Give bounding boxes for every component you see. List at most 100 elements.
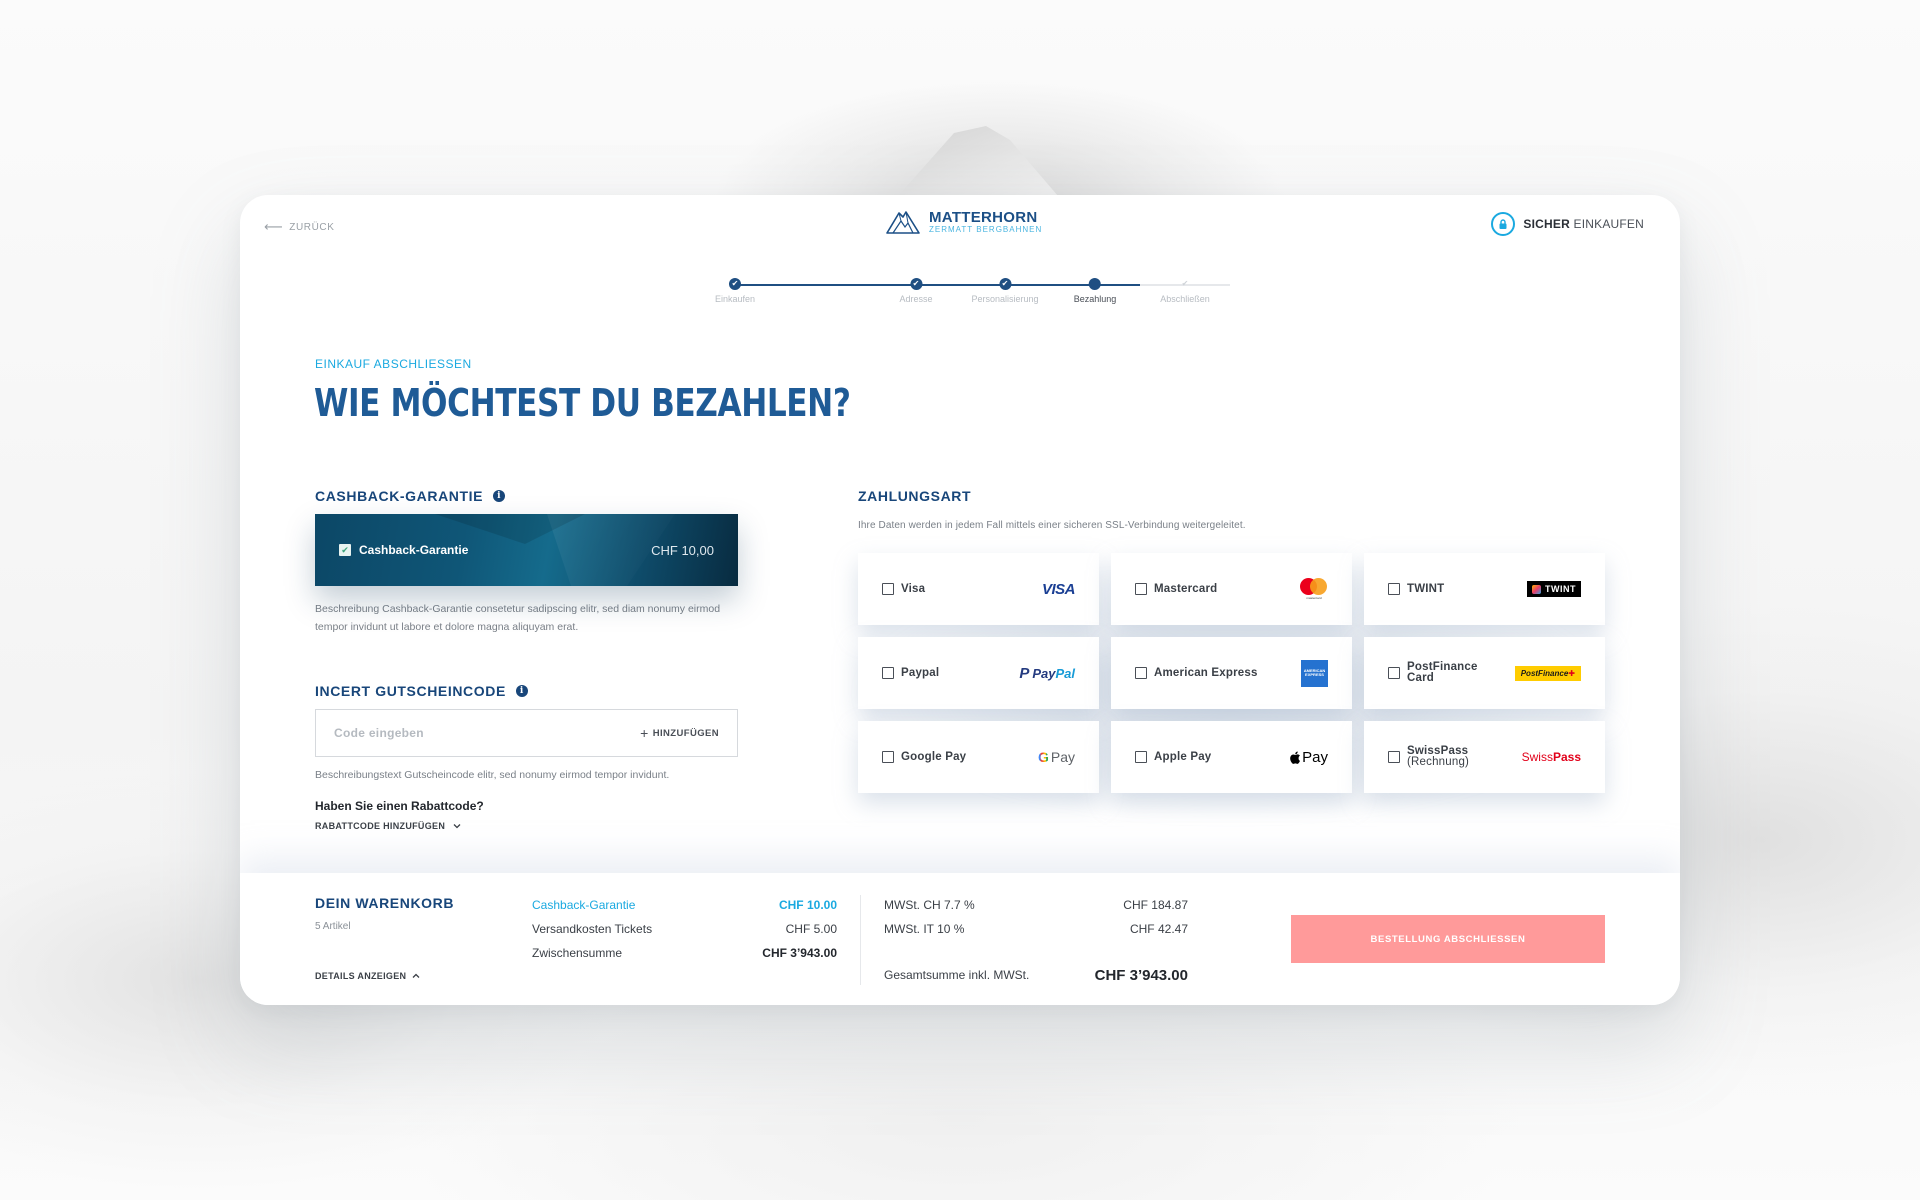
payment-method-swisspass[interactable]: SwissPass (Rechnung) SwissPass — [1364, 721, 1605, 793]
back-link[interactable]: ⟵ ZURÜCK — [264, 219, 335, 235]
tax-line: MWSt. IT 10 % CHF 42.47 — [884, 917, 1188, 941]
cart-line-value: CHF 10.00 — [778, 898, 837, 912]
step-einkaufen[interactable]: ✔ Einkaufen — [715, 278, 755, 304]
cart-line-label: Zwischensumme — [532, 946, 623, 960]
back-label: ZURÜCK — [289, 221, 335, 233]
add-voucher-label: HINZUFÜGEN — [652, 727, 719, 739]
lock-icon — [1491, 212, 1516, 236]
payment-subtitle: Ihre Daten werden in jedem Fall mittels … — [858, 520, 1246, 531]
discount-question: Haben Sie einen Rabattcode? — [315, 799, 484, 813]
payment-method-mastercard[interactable]: Mastercard mastercard — [1111, 553, 1352, 625]
payment-method-label: PostFinance Card — [1407, 661, 1478, 684]
page-title: WIE MÖCHTEST DU BEZAHLEN? — [314, 381, 851, 425]
amex-logo-icon: AMERICAN EXPRESS — [1301, 659, 1328, 687]
voucher-field: + HINZUFÜGEN — [315, 709, 738, 757]
plus-icon: + — [640, 725, 649, 741]
chevron-down-icon — [453, 821, 461, 831]
secure-shopping-badge: SICHER EINKAUFEN — [1491, 212, 1644, 236]
step-label: Einkaufen — [714, 294, 756, 304]
tax-value: CHF 42.47 — [1129, 922, 1188, 936]
checkbox[interactable] — [1388, 751, 1400, 763]
paypal-logo-icon: P PayPal — [1019, 664, 1075, 682]
checkbox[interactable] — [1388, 583, 1400, 595]
cart-line-label: Versandkosten Tickets — [532, 922, 653, 936]
step-label: Adresse — [899, 294, 933, 304]
place-order-button[interactable]: BESTELLUNG ABSCHLIESSEN — [1291, 915, 1605, 963]
payment-method-label: SwissPass (Rechnung) — [1407, 745, 1470, 768]
payment-method-paypal[interactable]: Paypal P PayPal — [858, 637, 1099, 709]
payment-method-label: American Express — [1154, 666, 1258, 679]
cashback-price: CHF 10,00 — [651, 542, 714, 558]
cart-item-count: 5 Artikel — [315, 921, 351, 932]
step-personalisierung[interactable]: ✔ Personalisierung — [971, 278, 1039, 304]
voucher-description: Beschreibungstext Gutscheincode elitr, s… — [315, 769, 670, 781]
payment-method-apple-pay[interactable]: Apple Pay Pay — [1111, 721, 1352, 793]
cart-line-label: Cashback-Garantie — [532, 898, 636, 912]
payment-method-twint[interactable]: TWINT TWINT — [1364, 553, 1605, 625]
google-pay-logo-icon: G Pay — [1037, 749, 1075, 765]
voucher-heading: INCERT GUTSCHEINCODE — [315, 683, 506, 699]
tax-line: MWSt. CH 7.7 % CHF 184.87 — [884, 893, 1188, 917]
checkout-stepper: ✔ Einkaufen ✔ Adresse ✔ Personalisierung… — [240, 278, 1680, 318]
step-abschliessen: ✔ Abschließen — [1160, 278, 1210, 305]
cart-title: DEIN WARENKORB — [315, 895, 455, 911]
tax-value: CHF 184.87 — [1123, 898, 1188, 912]
checkout-card: ⟵ ZURÜCK MATTERHORN ZERMATT BERGBAHNEN S… — [240, 195, 1680, 1005]
checkbox[interactable] — [882, 751, 894, 763]
add-discount-code-link[interactable]: RABATTCODE HINZUFÜGEN — [315, 821, 738, 831]
checkbox[interactable] — [882, 667, 894, 679]
visa-logo-icon: VISA — [1041, 580, 1076, 598]
info-icon[interactable]: i — [515, 685, 528, 697]
add-voucher-button[interactable]: + HINZUFÜGEN — [640, 725, 719, 741]
show-details-toggle[interactable]: DETAILS ANZEIGEN — [315, 971, 420, 981]
chevron-up-icon — [412, 971, 420, 981]
apple-pay-logo-icon: Pay — [1290, 749, 1328, 766]
cashback-option[interactable]: ✔ Cashback-Garantie CHF 10,00 — [315, 514, 738, 586]
cart-line-value: CHF 5.00 — [785, 922, 837, 936]
payment-method-label: TWINT — [1407, 582, 1445, 595]
payment-section: ZAHLUNGSART Ihre Daten werden in jedem F… — [858, 488, 1605, 793]
checkbox[interactable] — [882, 583, 894, 595]
checkbox[interactable] — [1135, 667, 1147, 679]
step-label: Personalisierung — [971, 294, 1039, 304]
grand-total-label: Gesamtsumme inkl. MWSt. — [884, 968, 1030, 982]
logo-name: MATTERHORN — [929, 208, 1038, 226]
cashback-section: CASHBACK-GARANTIE i ✔ Cashback-Garantie … — [315, 488, 738, 636]
cart-lines: Cashback-Garantie CHF 10.00 Versandkoste… — [532, 893, 837, 965]
show-details-label: DETAILS ANZEIGEN — [315, 971, 407, 981]
check-icon: ✔ — [998, 278, 1011, 290]
secure-bold: SICHER — [1523, 217, 1570, 231]
cart-divider — [860, 895, 861, 985]
swisspass-logo-icon: SwissPass — [1521, 750, 1581, 764]
checkbox[interactable] — [1135, 751, 1147, 763]
step-label: Bezahlung — [1073, 294, 1117, 304]
cashback-description: Beschreibung Cashback-Garantie consetetu… — [315, 603, 721, 633]
checkbox[interactable] — [1388, 667, 1400, 679]
step-adresse[interactable]: ✔ Adresse — [899, 278, 933, 304]
postfinance-logo-icon: PostFinance✚ — [1514, 665, 1581, 681]
matterhorn-logo[interactable]: MATTERHORN ZERMATT BERGBAHNEN — [885, 209, 1042, 235]
arrow-left-icon: ⟵ — [264, 219, 284, 234]
check-icon: ✔ — [1181, 279, 1189, 288]
payment-method-amex[interactable]: American Express AMERICAN EXPRESS — [1111, 637, 1352, 709]
secure-rest: EINKAUFEN — [1573, 217, 1644, 231]
grand-total-value: CHF 3’943.00 — [1094, 966, 1188, 984]
twint-logo-icon: TWINT — [1527, 581, 1581, 597]
cart-line: Versandkosten Tickets CHF 5.00 — [532, 917, 837, 941]
cashback-heading: CASHBACK-GARANTIE — [315, 488, 484, 504]
logo-subtitle: ZERMATT BERGBAHNEN — [929, 224, 1043, 234]
info-icon[interactable]: i — [493, 490, 506, 502]
payment-method-postfinance[interactable]: PostFinance Card PostFinance✚ — [1364, 637, 1605, 709]
check-icon: ✔ — [729, 278, 741, 290]
voucher-code-input[interactable] — [334, 726, 614, 740]
payment-method-google-pay[interactable]: Google Pay G Pay — [858, 721, 1099, 793]
payment-method-label: Visa — [901, 582, 926, 595]
checkbox[interactable] — [1135, 583, 1147, 595]
cashback-checkbox[interactable]: ✔ — [339, 544, 351, 556]
add-discount-label: RABATTCODE HINZUFÜGEN — [315, 821, 446, 831]
payment-method-visa[interactable]: Visa VISA — [858, 553, 1099, 625]
step-label: Abschließen — [1160, 294, 1210, 304]
payment-method-label: Mastercard — [1154, 582, 1218, 595]
check-icon: ✔ — [910, 278, 922, 290]
cart-line-value: CHF 3’943.00 — [762, 946, 837, 960]
